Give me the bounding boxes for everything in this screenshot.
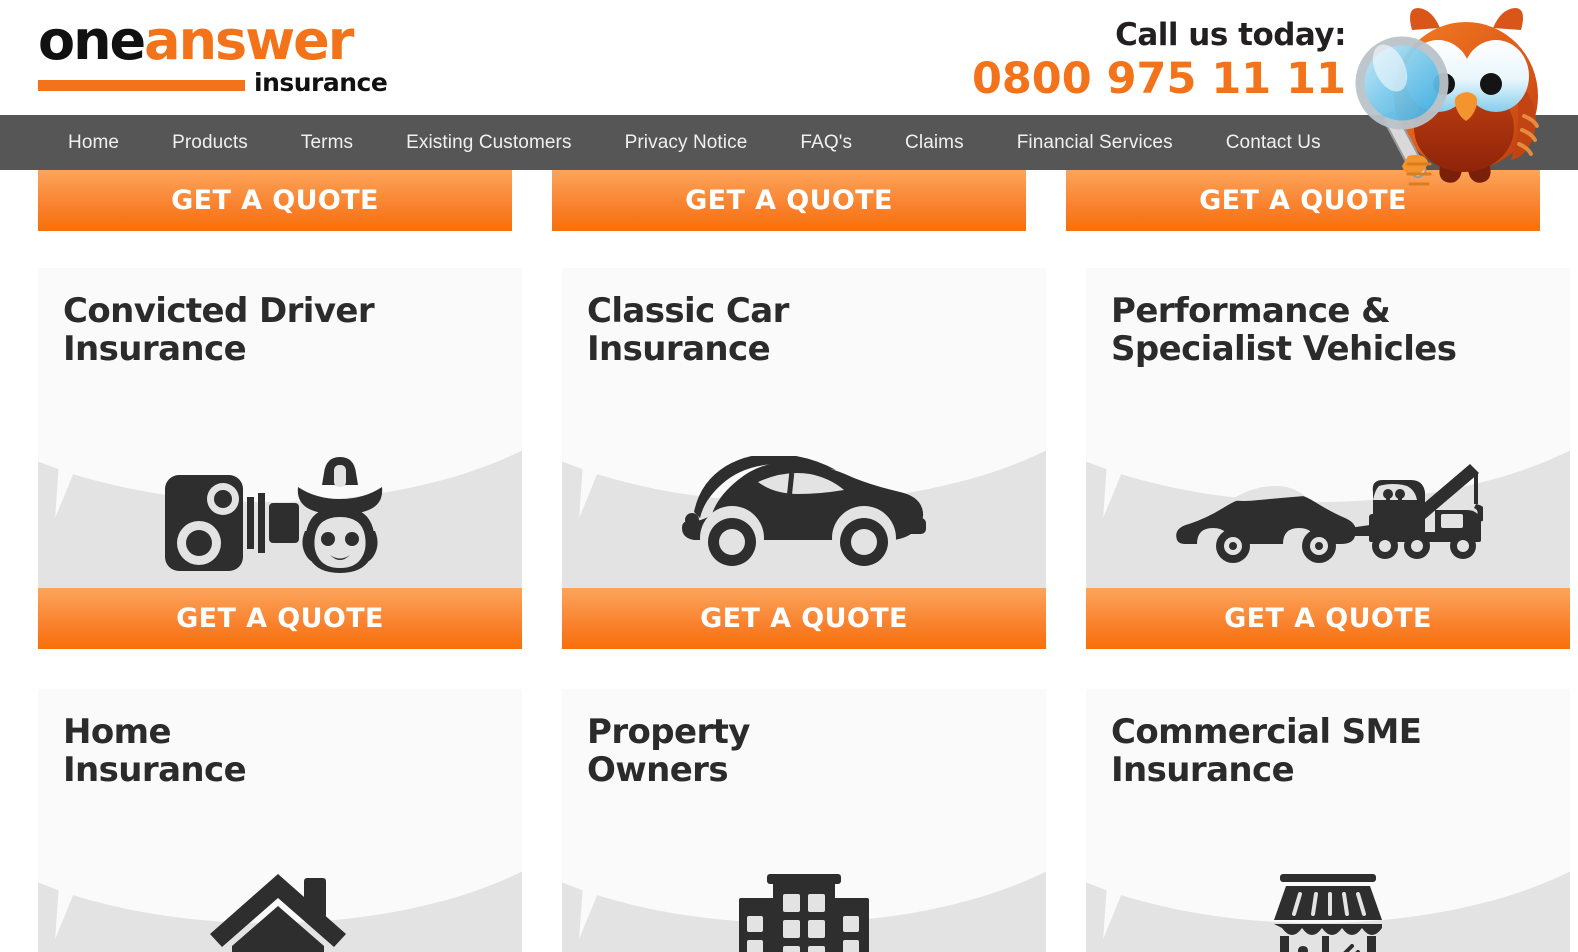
product-row-2: Home Insurance GET A QUOTE [38,689,1570,952]
main-navigation: Home Products Terms Existing Customers P… [0,115,1578,170]
card-title: Classic Car Insurance [587,291,789,370]
product-card-convicted-driver[interactable]: Convicted Driver Insurance GET A QUOTE [38,268,522,649]
nav-item-contact-us[interactable]: Contact Us [1226,132,1321,154]
logo-insurance-text: insurance [254,68,388,97]
card-title: Commercial SME Insurance [1111,712,1422,791]
card-body: Classic Car Insurance [562,268,1046,588]
card-body: Convicted Driver Insurance [38,268,522,588]
get-a-quote-button[interactable]: GET A QUOTE [38,588,522,649]
logo-one-text: one [38,9,146,72]
product-card-home-insurance[interactable]: Home Insurance GET A QUOTE [38,689,522,952]
top-quote-button-row: GET A QUOTE GET A QUOTE GET A QUOTE [38,170,1540,231]
call-us-block: Call us today: 0800 975 11 11 [972,17,1347,102]
card-body: Property Owners [562,689,1046,952]
nav-item-home[interactable]: Home [68,132,119,154]
logo-answer-text: answer [144,9,354,72]
card-title: Home Insurance [63,712,247,791]
logo-orange-bar [38,80,245,91]
owl-mascot-icon [1355,8,1539,186]
site-header: oneanswer insurance Call us today: 0800 … [0,0,1578,115]
nav-item-faqs[interactable]: FAQ's [800,132,852,154]
page-root: oneanswer insurance Call us today: 0800 … [0,0,1578,952]
top-quote-col-2: GET A QUOTE [552,170,1026,231]
card-title: Property Owners [587,712,750,791]
logo-wordmark: oneanswer [38,14,388,68]
nav-item-privacy-notice[interactable]: Privacy Notice [625,132,748,154]
product-card-commercial-sme[interactable]: Commercial SME Insurance [1086,689,1570,952]
nav-item-terms[interactable]: Terms [301,132,353,154]
card-body: Performance & Specialist Vehicles [1086,268,1570,588]
product-row-1: Convicted Driver Insurance GET A QUOTE C… [38,268,1570,649]
classic-car-icon [562,442,1046,582]
nav-item-financial-services[interactable]: Financial Services [1017,132,1173,154]
top-quote-col-1: GET A QUOTE [38,170,512,231]
card-body: Home Insurance [38,689,522,952]
sports-car-and-tow-truck-icon [1086,442,1570,582]
get-a-quote-button[interactable]: GET A QUOTE [38,170,512,231]
card-title: Convicted Driver Insurance [63,291,375,370]
card-body: Commercial SME Insurance [1086,689,1570,952]
get-a-quote-button[interactable]: GET A QUOTE [1086,588,1570,649]
product-card-performance-specialist[interactable]: Performance & Specialist Vehicles GET A … [1086,268,1570,649]
get-a-quote-button[interactable]: GET A QUOTE [562,588,1046,649]
speed-camera-and-police-officer-icon [38,442,522,582]
house-icon [38,863,522,952]
nav-item-products[interactable]: Products [172,132,248,154]
shop-front-icon [1086,863,1570,952]
call-us-label: Call us today: [1115,17,1346,53]
product-grid: GET A QUOTE GET A QUOTE GET A QUOTE Conv… [0,170,1578,952]
phone-number[interactable]: 0800 975 11 11 [972,54,1346,102]
product-card-property-owners[interactable]: Property Owners [562,689,1046,952]
logo-underline-row: insurance [38,70,388,95]
site-logo[interactable]: oneanswer insurance [38,14,388,95]
get-a-quote-button[interactable]: GET A QUOTE [552,170,1026,231]
product-card-classic-car[interactable]: Classic Car Insurance GET A QUOTE [562,268,1046,649]
nav-item-existing-customers[interactable]: Existing Customers [406,132,571,154]
card-title: Performance & Specialist Vehicles [1111,291,1457,370]
office-buildings-icon [562,863,1046,952]
nav-item-claims[interactable]: Claims [905,132,964,154]
